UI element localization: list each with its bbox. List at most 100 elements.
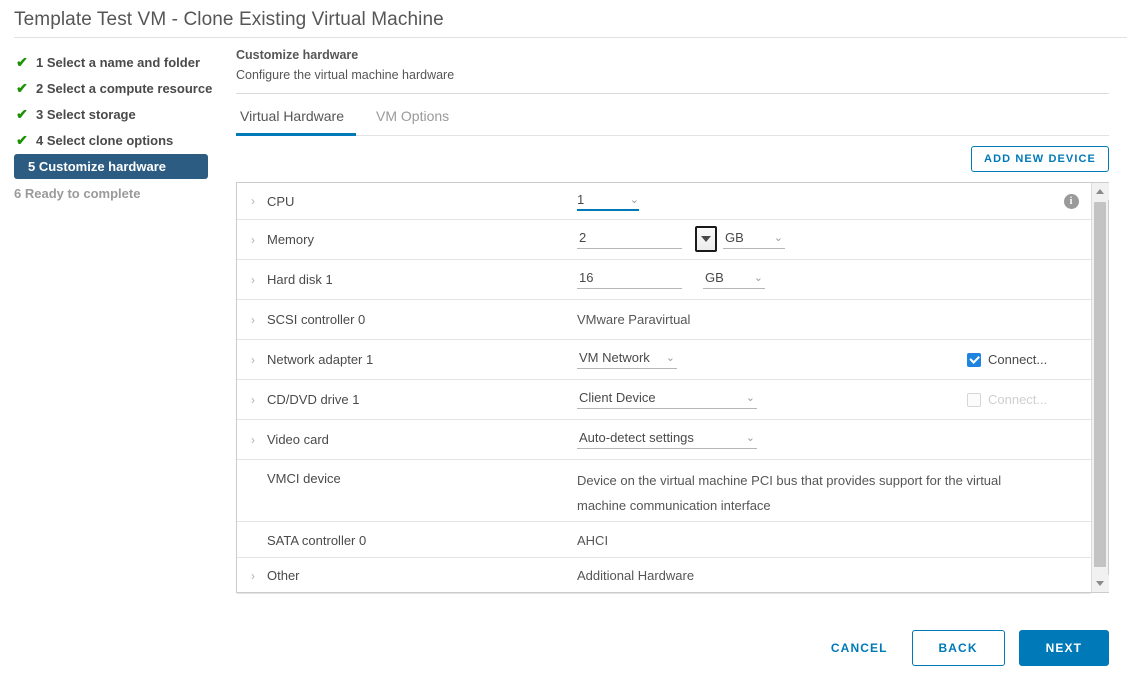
- wizard-step-3[interactable]: ✔3 Select storage: [0, 102, 228, 126]
- wizard-step-label: 3 Select storage: [36, 107, 136, 122]
- hardware-row-value-cell: Additional Hardware: [577, 558, 1091, 593]
- wizard-step-label: 1 Select a name and folder: [36, 55, 200, 70]
- hardware-row: ›CPU 1⌄ i: [237, 183, 1091, 220]
- hardware-row: ›Other Additional Hardware: [237, 558, 1091, 594]
- hardware-row-value-cell: VMware Paravirtual: [577, 300, 1091, 339]
- wizard-step-label: 5 Customize hardware: [28, 159, 166, 174]
- chevron-right-icon[interactable]: ›: [251, 434, 267, 446]
- chevron-down-icon: ⌄: [774, 231, 783, 244]
- cpu-info-cell: i: [1051, 183, 1091, 219]
- back-button[interactable]: BACK: [912, 630, 1005, 666]
- info-icon[interactable]: i: [1064, 194, 1079, 209]
- hardware-row-label-cell: ›Hard disk 1: [237, 260, 577, 299]
- chevron-right-icon[interactable]: ›: [251, 314, 267, 326]
- hardware-value-text: Additional Hardware: [577, 568, 694, 583]
- memory-unit-dropdown-button[interactable]: [695, 226, 717, 252]
- hardware-table-scrollbar[interactable]: [1091, 183, 1108, 592]
- chevron-down-icon: ⌄: [754, 271, 763, 284]
- connect-checkbox-unchecked: [967, 393, 981, 407]
- chevron-right-icon[interactable]: ›: [251, 274, 267, 286]
- hardware-row-label-cell: VMCI device: [237, 460, 577, 521]
- chevron-down-icon: ⌄: [746, 391, 755, 404]
- wizard-body: ✔ 1 Select a name and folder ✔2 Select a c…: [0, 38, 1127, 593]
- hardware-device-table: ›CPU1⌄i›MemoryGB⌄›Hard disk 1GB⌄›SCSI co…: [236, 182, 1109, 593]
- wizard-step-label: 4 Select clone options: [36, 133, 173, 148]
- step-complete-check-icon: ✔: [14, 81, 30, 95]
- hardware-row-label-cell: SATA controller 0: [237, 522, 577, 557]
- wizard-step-1[interactable]: ✔ 1 Select a name and folder: [0, 50, 228, 74]
- hardware-row-label-cell: ›Memory: [237, 220, 577, 259]
- hardware-rows: ›CPU1⌄i›MemoryGB⌄›Hard disk 1GB⌄›SCSI co…: [237, 183, 1091, 592]
- hardware-value-select[interactable]: VM Network ⌄: [577, 350, 677, 369]
- wizard-step-4[interactable]: ✔ 4 Select clone options: [0, 128, 228, 152]
- hardware-device-name: Memory: [267, 232, 314, 247]
- cpu-count-select[interactable]: 1⌄: [577, 192, 639, 211]
- hardware-value-text: VM Network: [579, 350, 650, 365]
- hardware-device-name: CPU: [267, 194, 294, 209]
- hardware-row-label-cell: ›Video card: [237, 420, 577, 459]
- hardware-device-name: CD/DVD drive 1: [267, 392, 359, 407]
- hardware-device-name: VMCI device: [267, 471, 341, 486]
- chevron-right-icon[interactable]: ›: [251, 570, 267, 582]
- scrollbar-track[interactable]: [1092, 200, 1109, 575]
- hardware-row: ›CD/DVD drive 1 Client Device ⌄ Connect...: [237, 380, 1091, 420]
- step-heading: Customize hardware: [236, 48, 1109, 62]
- hardware-device-name: Other: [267, 568, 300, 583]
- connect-checkbox-label: Connect...: [988, 392, 1047, 407]
- tab-vm-options[interactable]: VM Options: [372, 100, 461, 136]
- tab-virtual-hardware[interactable]: Virtual Hardware: [236, 100, 356, 136]
- chevron-right-icon[interactable]: ›: [251, 234, 267, 246]
- wizard-step-nav: ✔ 1 Select a name and folder ✔2 Select a c…: [0, 38, 228, 593]
- hardware-value-text: Client Device: [579, 390, 656, 405]
- chevron-down-icon: ⌄: [666, 351, 675, 364]
- hardware-device-name: Video card: [267, 432, 329, 447]
- scrollbar-thumb[interactable]: [1094, 202, 1106, 567]
- hardware-row: ›Memory GB ⌄: [237, 220, 1091, 260]
- memory-unit-select[interactable]: GB ⌄: [723, 230, 785, 249]
- wizard-step-5[interactable]: 5 Customize hardware: [14, 154, 208, 179]
- hardware-row-value-cell: Client Device ⌄: [577, 380, 961, 419]
- hardware-value-text: AHCI: [577, 533, 608, 548]
- hardware-row: ›SCSI controller 0VMware Paravirtual: [237, 300, 1091, 340]
- triangle-down-icon: [701, 236, 711, 242]
- tab-bar: Virtual Hardware VM Options: [236, 100, 1109, 136]
- connect-checkbox-checked[interactable]: [967, 353, 981, 367]
- wizard-footer: CANCEL BACK NEXT: [821, 630, 1109, 666]
- hardware-row-value-cell: GB⌄: [577, 260, 1091, 299]
- step-complete-check-icon: ✔: [14, 55, 30, 69]
- chevron-right-icon[interactable]: ›: [251, 354, 267, 366]
- hardware-row-label-cell: ›SCSI controller 0: [237, 300, 577, 339]
- hardware-row: ›Network adapter 1VM Network ⌄ Connect...: [237, 340, 1091, 380]
- hardware-row-value-cell: Device on the virtual machine PCI bus th…: [577, 460, 1091, 521]
- memory-size-input[interactable]: [577, 230, 682, 249]
- chevron-right-icon[interactable]: ›: [251, 195, 267, 207]
- scrollbar-down-arrow-icon[interactable]: [1092, 575, 1109, 592]
- hardware-row-label-cell: ›Network adapter 1: [237, 340, 577, 379]
- connect-checkbox-cell: Connect...: [961, 340, 1091, 379]
- scrollbar-up-arrow-icon[interactable]: [1092, 183, 1109, 200]
- hardware-row-value-cell: GB ⌄: [577, 220, 1091, 259]
- hardware-row: VMCI device Device on the virtual machine…: [237, 460, 1091, 522]
- hardware-row: ›Hard disk 1 GB⌄: [237, 260, 1091, 300]
- wizard-step-6[interactable]: 6 Ready to complete: [0, 181, 228, 205]
- connect-checkbox-label: Connect...: [988, 352, 1047, 367]
- disk-size-input[interactable]: [577, 270, 682, 289]
- hardware-row: SATA controller 0AHCI: [237, 522, 1091, 558]
- next-button[interactable]: NEXT: [1019, 630, 1109, 666]
- hardware-value-select[interactable]: Client Device ⌄: [577, 390, 757, 409]
- chevron-right-icon[interactable]: ›: [251, 394, 267, 406]
- connect-checkbox-cell: Connect...: [961, 380, 1091, 419]
- hardware-row: ›Video cardAuto-detect settings⌄: [237, 420, 1091, 460]
- hardware-device-name: Hard disk 1: [267, 272, 333, 287]
- step-complete-check-icon: ✔: [14, 133, 30, 147]
- hardware-row-value-cell: AHCI: [577, 522, 1091, 557]
- disk-unit-select[interactable]: GB⌄: [703, 270, 765, 289]
- cancel-button[interactable]: CANCEL: [821, 633, 898, 663]
- wizard-step-2[interactable]: ✔2 Select a compute resource: [0, 76, 228, 100]
- add-new-device-button[interactable]: ADD NEW DEVICE: [971, 146, 1109, 172]
- page-title: Template Test VM - Clone Existing Virtua…: [0, 0, 1127, 37]
- memory-unit-value: GB: [725, 230, 744, 245]
- hardware-value-select[interactable]: Auto-detect settings⌄: [577, 430, 757, 449]
- hardware-row-value-cell: Auto-detect settings⌄: [577, 420, 1091, 459]
- hardware-value-text: Auto-detect settings: [579, 430, 694, 445]
